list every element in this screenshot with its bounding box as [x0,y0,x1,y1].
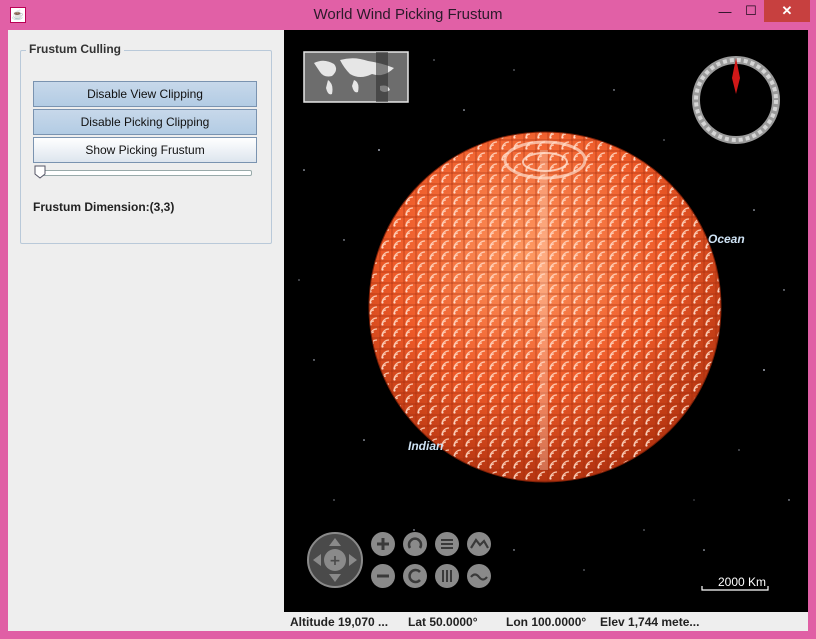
navigation-controls: + [307,532,491,588]
exaggeration-up-icon[interactable] [467,532,491,556]
latitude-readout: Lat 50.0000° [408,615,478,629]
compass-icon[interactable] [692,56,780,144]
client-area: Frustum Culling Disable View Clipping Di… [8,30,808,631]
zoom-out-icon[interactable] [371,564,395,588]
elevation-readout: Elev 1,744 mete... [600,615,700,629]
disable-picking-clipping-button[interactable]: Disable Picking Clipping [33,109,257,135]
rotate-right-icon[interactable] [403,564,427,588]
indian-ocean-label: Indian [408,439,443,453]
scale-label: 2000 Km [718,575,766,589]
exaggeration-down-icon[interactable] [467,564,491,588]
picking-frustum-sphere[interactable] [364,130,734,490]
rotate-left-icon[interactable] [403,532,427,556]
frustum-slider-track[interactable] [36,170,252,176]
app-window: ☕ World Wind Picking Frustum — ☐ ✕ Frust… [0,0,816,639]
frustum-dimension-label: Frustum Dimension:(3,3) [33,200,175,214]
globe-view[interactable]: Ocean Indian + 2000 Km [284,30,808,612]
window-title: World Wind Picking Frustum [313,6,503,23]
show-picking-frustum-button[interactable]: Show Picking Frustum [33,137,257,163]
disable-view-clipping-button[interactable]: Disable View Clipping [33,81,257,107]
pan-icon[interactable]: + [307,532,363,588]
minimize-button[interactable]: — [712,0,738,22]
scale-bar: 2000 Km [701,575,769,591]
world-wind-canvas[interactable]: Ocean Indian + 2000 Km [284,30,808,612]
tilt-down-icon[interactable] [435,564,459,588]
frustum-slider-thumb[interactable] [34,165,46,179]
close-button[interactable]: ✕ [764,0,810,22]
status-bar: Altitude 19,070 ... Lat 50.0000° Lon 100… [284,612,808,631]
svg-text:+: + [329,553,341,569]
world-minimap[interactable] [303,51,409,103]
longitude-readout: Lon 100.0000° [506,615,587,629]
maximize-button[interactable]: ☐ [738,0,764,22]
tilt-up-icon[interactable] [435,532,459,556]
altitude-readout: Altitude 19,070 ... [290,615,389,629]
ocean-label: Ocean [708,232,745,246]
title-bar[interactable]: ☕ World Wind Picking Frustum — ☐ ✕ [0,0,816,30]
zoom-in-icon[interactable] [371,532,395,556]
panel-legend: Frustum Culling [26,42,124,56]
